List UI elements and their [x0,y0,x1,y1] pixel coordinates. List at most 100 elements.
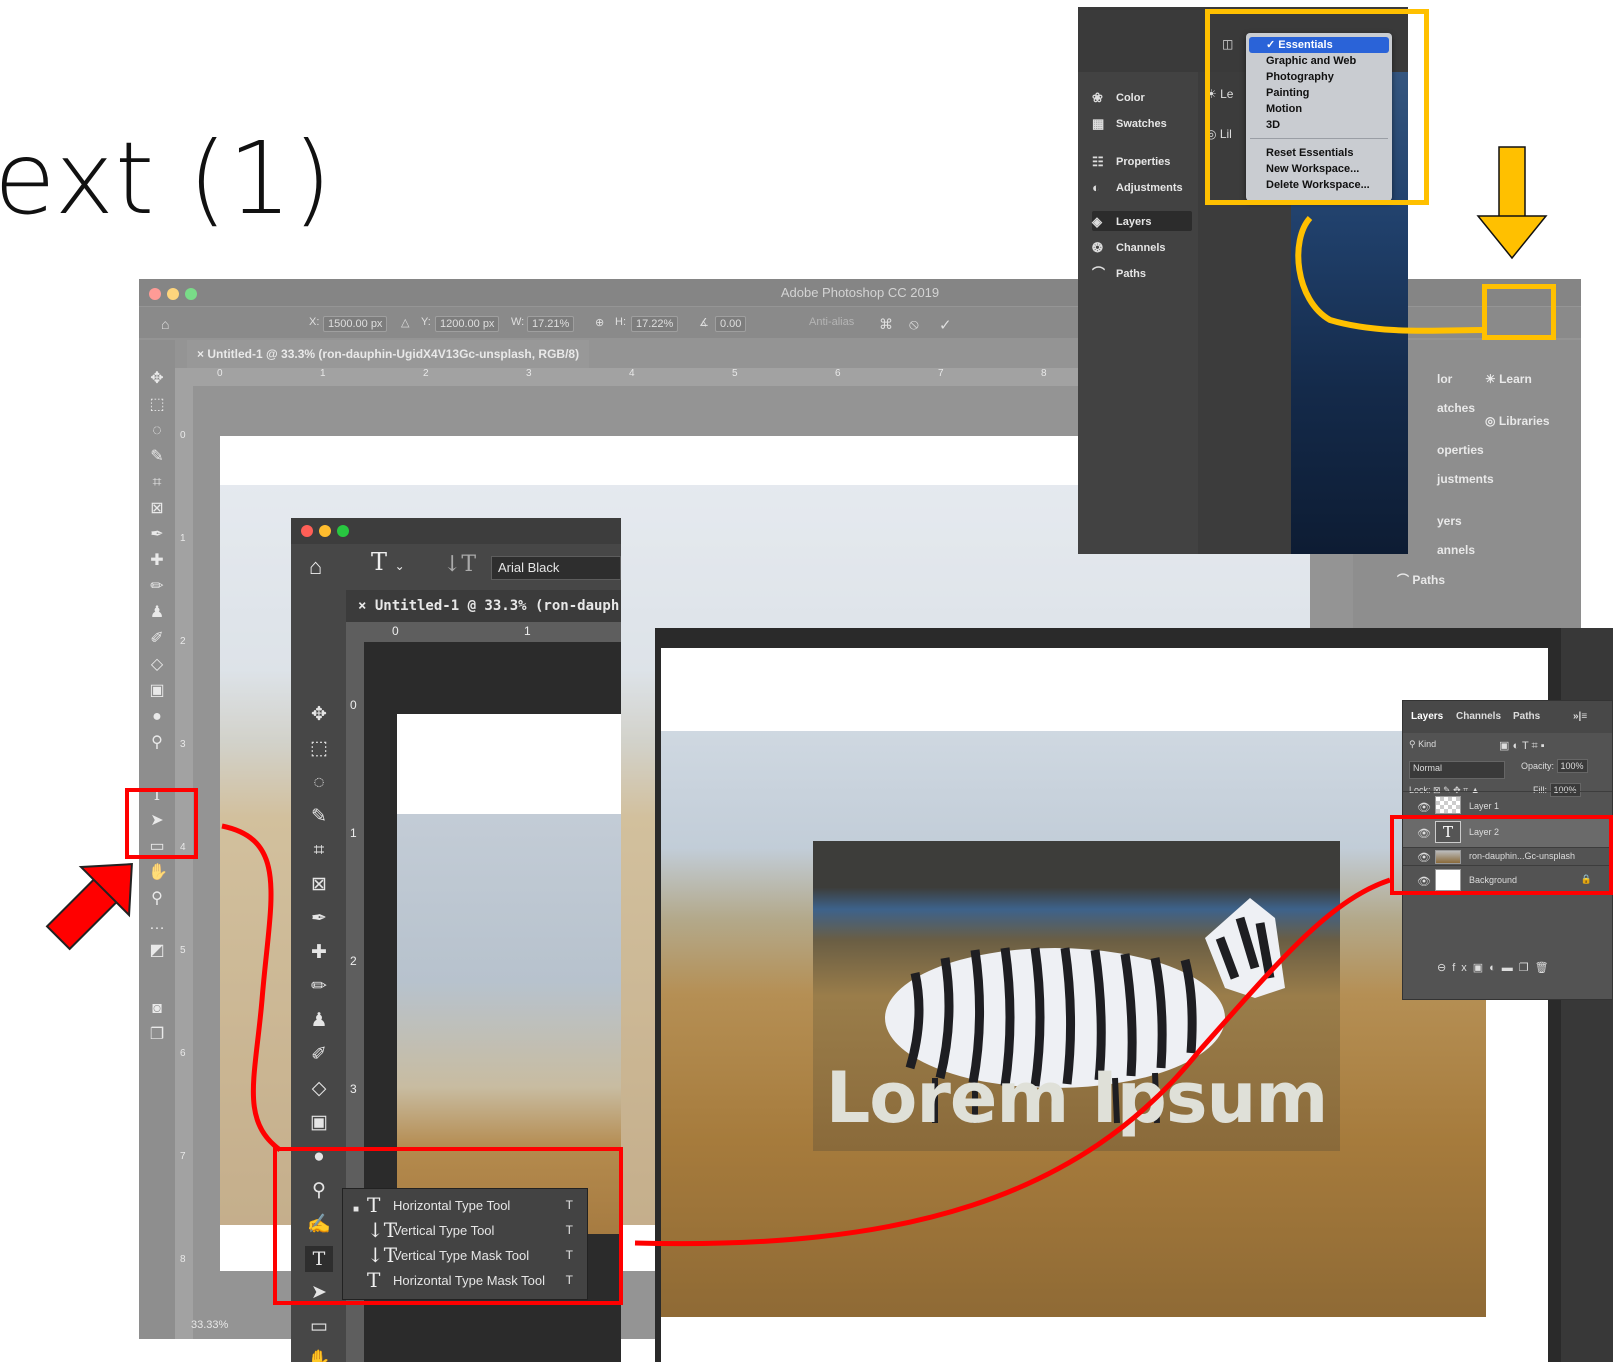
panel-layers[interactable]: ◈ Layers [1092,215,1151,229]
filter-icons[interactable]: ▣ ◐ T ⌗ ▪ [1499,739,1545,757]
blend-mode-select[interactable]: Normal [1409,761,1505,779]
panel-adjustments[interactable]: justments [1437,472,1494,486]
document-tab[interactable]: × Untitled-1 @ 33.3% (ron-dauph [346,590,621,622]
marquee-tool-icon[interactable]: ⬚ [305,736,333,762]
paths-label: Paths [1412,573,1446,587]
lorem-ipsum-text[interactable]: Lorem Ipsum [813,1058,1340,1138]
eyedropper-icon[interactable]: ✒ [305,906,333,932]
tab-channels[interactable]: Channels [1456,711,1501,722]
panel-swatches[interactable]: ▦ Swatches [1092,117,1167,131]
channels-icon: ❂ [1092,240,1103,255]
link-icon[interactable]: ⊕ [595,316,604,329]
panel-libraries[interactable]: ◎ Libraries [1485,414,1550,428]
home-icon[interactable]: ⌂ [161,316,169,332]
magic-wand-icon[interactable]: ✎ [305,804,333,830]
brush-icon[interactable]: ✏ [148,578,166,596]
h-label: H: [615,316,626,328]
marquee-tool-icon[interactable]: ⬚ [148,396,166,414]
orientation-icon[interactable]: ↓T [443,552,476,577]
gradient-icon[interactable]: ▣ [305,1110,333,1136]
dodge-icon[interactable]: ⚲ [148,734,166,752]
font-family-select[interactable]: Arial Black [491,556,621,580]
window-controls[interactable] [301,525,355,540]
panel-channels[interactable]: annels [1437,543,1475,557]
close-icon[interactable]: × [197,347,207,361]
hand-icon[interactable]: ✋ [148,864,168,882]
more-tools-icon[interactable]: … [148,916,166,934]
h-field[interactable]: 17.22% [631,316,679,332]
history-brush-icon[interactable]: ✐ [148,630,166,648]
panel-adjustments[interactable]: ◐ Adjustments [1092,181,1183,195]
lasso-tool-icon[interactable]: ◌ [148,422,166,440]
eyedropper-icon[interactable]: ✒ [148,526,166,544]
ruler-tick: 3 [350,1082,357,1096]
brush-icon[interactable]: ✏ [305,974,333,1000]
panel-swatches[interactable]: atches [1437,401,1475,415]
magic-wand-icon[interactable]: ✎ [148,448,166,466]
panel-paths[interactable]: ⌒ Paths [1092,267,1146,281]
frame-tool-icon[interactable]: ⊠ [148,500,166,518]
layer-row-layer-1[interactable]: 👁 Layer 1 [1403,791,1612,817]
layer-footer-icons[interactable]: ⊖fx▣◐▬❐🗑 [1437,961,1555,979]
panel-learn[interactable]: ☀ Learn [1485,372,1532,386]
angle-icon: ∡ [699,317,709,329]
ruler-tick: 0 [350,698,357,712]
opacity-control[interactable]: Opacity: 100% [1521,759,1588,779]
history-brush-icon[interactable]: ✐ [305,1042,333,1068]
panel-color[interactable]: ❀ Color [1092,91,1145,105]
healing-icon[interactable]: ✚ [148,552,166,570]
document-canvas[interactable] [397,714,621,814]
panel-label: Channels [1116,242,1166,254]
close-icon[interactable]: × [358,598,375,614]
cancel-icon[interactable]: ⦸ [909,316,919,333]
healing-icon[interactable]: ✚ [305,940,333,966]
panel-menu-icon[interactable]: »|≡ [1573,711,1587,722]
panel-paths[interactable]: ⌒ Paths [1397,571,1445,588]
panel-layers[interactable]: yers [1437,514,1462,528]
warp-icon[interactable]: ⌘ [879,316,893,333]
crop-tool-icon[interactable]: ⌗ [305,838,333,864]
tab-layers[interactable]: Layers [1411,711,1443,722]
ruler-tick: 2 [423,368,429,379]
move-tool-icon[interactable]: ✥ [305,702,333,728]
highlight-type-tool [125,788,198,859]
delta-icon: △ [401,317,410,329]
tab-paths[interactable]: Paths [1513,711,1540,722]
home-icon[interactable]: ⌂ [309,554,322,580]
quick-mask-icon[interactable]: ◙ [148,1000,166,1018]
commit-icon[interactable]: ✓ [939,316,952,334]
screen-mode-icon[interactable]: ❐ [148,1026,166,1044]
type-tool-icon[interactable]: T ⌄ [371,548,405,576]
crop-tool-icon[interactable]: ⌗ [148,474,166,492]
move-tool-icon[interactable]: ✥ [148,370,166,388]
visibility-eye-icon[interactable]: 👁 [1417,801,1431,814]
lasso-tool-icon[interactable]: ◌ [305,770,333,796]
frame-tool-icon[interactable]: ⊠ [305,872,333,898]
w-field[interactable]: 17.21% [527,316,575,332]
rectangle-icon[interactable]: ▭ [305,1314,333,1340]
panel-color[interactable]: lor [1437,372,1452,386]
panel-properties[interactable]: ☷ Properties [1092,155,1170,169]
document-tab-label: Untitled-1 @ 33.3% (ron-dauphin-UgidX4V1… [207,347,580,361]
libraries-label: Libraries [1498,414,1550,428]
y-field[interactable]: 1200.00 px [435,316,500,332]
panel-channels[interactable]: ❂ Channels [1092,241,1166,255]
x-field[interactable]: 1500.00 px [323,316,388,332]
antialias-label[interactable]: Anti-alias [809,316,854,328]
eraser-icon[interactable]: ◇ [148,656,166,674]
color-swatch-icon[interactable]: ◩ [148,942,166,960]
eraser-icon[interactable]: ◇ [305,1076,333,1102]
panel-properties[interactable]: operties [1437,443,1484,457]
document-tab[interactable]: × Untitled-1 @ 33.3% (ron-dauphin-UgidX4… [187,340,590,368]
stamp-icon[interactable]: ♟ [305,1008,333,1034]
gradient-icon[interactable]: ▣ [148,682,166,700]
panel-label: Layers [1116,216,1152,228]
zoom-level[interactable]: 33.33% [191,1319,228,1331]
angle-field[interactable]: 0.00 [715,316,747,332]
layer-filter[interactable]: ⚲ Kind [1409,739,1436,757]
stamp-icon[interactable]: ♟ [148,604,166,622]
zoom-icon[interactable]: ⚲ [148,890,166,908]
blur-icon[interactable]: ● [148,708,166,726]
hand-icon[interactable]: ✋ [305,1348,333,1362]
opacity-value[interactable]: 100% [1556,759,1588,773]
